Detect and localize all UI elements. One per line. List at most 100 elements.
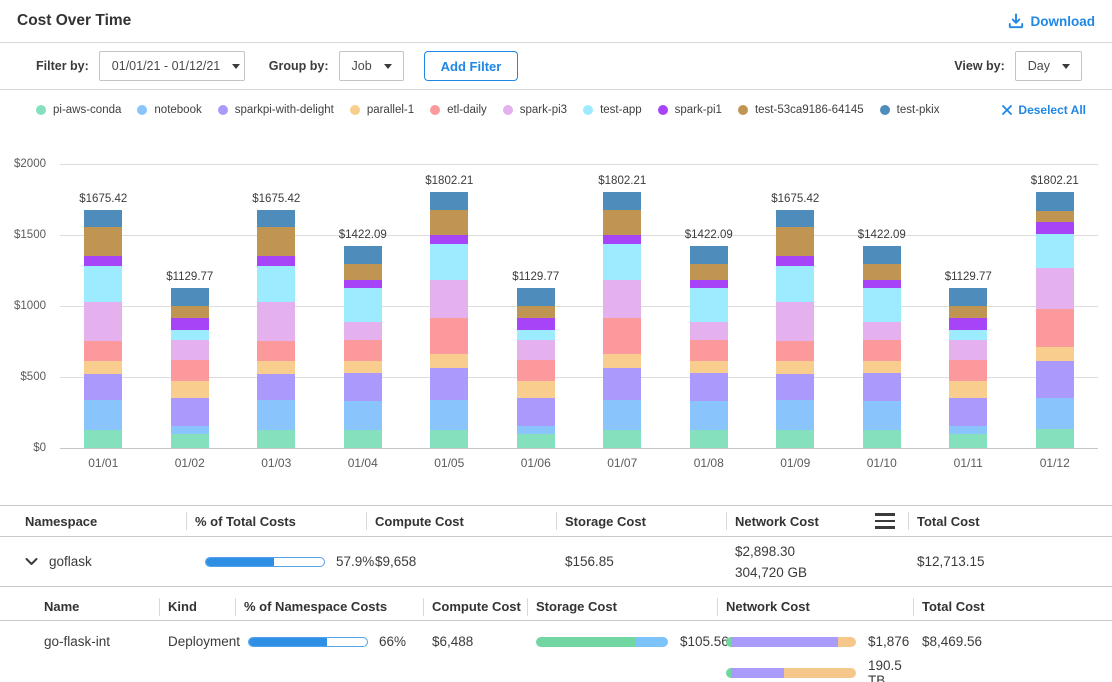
add-filter-button[interactable]: Add Filter [424,51,519,81]
group-by-select[interactable]: Job [339,51,404,81]
y-axis-tick: $0 [0,442,46,454]
col-header-storage-cost: Storage Cost [556,514,726,529]
legend-dot [503,105,513,115]
bar-segment-pi-aws-conda [776,430,814,448]
bar-total-label: $1675.42 [230,193,322,205]
legend-item-etl-daily[interactable]: etl-daily [430,104,487,116]
bar-segment-notebook [257,400,295,430]
col-header-pct-total: % of Total Costs [186,514,366,529]
deselect-all-button[interactable]: Deselect All [1002,103,1086,117]
network-cost-cell: $2,898.30 304,720 GB [726,541,908,583]
group-by-value: Job [352,59,372,73]
cost-over-time-page: Cost Over Time Download Filter by: 01/01… [0,0,1112,682]
column-menu-icon[interactable] [875,513,895,529]
namespace-name: goflask [49,554,92,569]
bar-segment-test-53ca9186-64145 [603,210,641,235]
legend-item-test-app[interactable]: test-app [583,104,642,116]
bar-segment-sparkpi-with-delight [690,373,728,401]
pct-namespace-cell: 66% [235,634,423,649]
bar-segment-etl-daily [1036,309,1074,348]
bar-segment-etl-daily [344,340,382,361]
bar-segment-spark-pi3 [344,322,382,340]
bar-segment-spark-pi1 [344,280,382,289]
view-by-select[interactable]: Day [1015,51,1082,81]
bar-segment-notebook [171,426,209,434]
col-header-namespace: Namespace [16,514,186,529]
bar-segment-pi-aws-conda [430,430,468,448]
bar-segment-test-app [517,330,555,340]
bar-segment-spark-pi1 [257,256,295,266]
bar-segment-test-app [776,266,814,302]
namespace-row-goflask[interactable]: goflask 57.9% $9,658 $156.85 $2,898.30 3… [0,537,1112,587]
legend-dot [350,105,360,115]
download-label: Download [1031,14,1096,29]
pct-total-cell: 57.9% [186,554,366,569]
legend-label: test-app [600,104,642,116]
bar-total-label: $1422.09 [836,229,928,241]
bar-segment-notebook [84,400,122,430]
x-axis-tick: 01/05 [406,456,493,470]
storage-cost-cell: $156.85 [556,554,726,569]
collapse-chevron-icon[interactable] [25,557,38,566]
bar-segment-test-pkix [603,192,641,210]
legend-label: test-pkix [897,104,940,116]
date-range-select[interactable]: 01/01/21 - 01/12/21 [99,51,245,81]
col-header-total-cost: Total Cost [913,599,1096,614]
network-cost-bar [726,637,856,647]
legend-item-pi-aws-conda[interactable]: pi-aws-conda [36,104,121,116]
bar-segment-test-53ca9186-64145 [171,306,209,319]
bar-segment-sparkpi-with-delight [171,398,209,425]
legend-label: spark-pi3 [520,104,567,116]
bar-segment-pi-aws-conda [517,434,555,448]
legend-item-test-53ca9186-64145[interactable]: test-53ca9186-64145 [738,104,864,116]
bar-segment-test-pkix [171,288,209,306]
bar-segment-test-53ca9186-64145 [430,210,468,235]
stacked-bar-01/05 [430,192,468,448]
bar-segment-spark-pi1 [517,318,555,330]
bar-segment-spark-pi1 [84,256,122,266]
chevron-down-icon [384,64,392,69]
bar-segment-test-53ca9186-64145 [949,306,987,319]
bar-segment-parallel-1 [690,361,728,373]
stacked-bar-01/04 [344,246,382,448]
bar-segment-parallel-1 [863,361,901,373]
legend-item-sparkpi-with-delight[interactable]: sparkpi-with-delight [218,104,334,116]
bar-segment-parallel-1 [84,361,122,375]
bar-segment-sparkpi-with-delight [84,374,122,400]
legend-item-spark-pi3[interactable]: spark-pi3 [503,104,567,116]
bar-segment-spark-pi3 [257,302,295,341]
chart-legend: pi-aws-conda notebook sparkpi-with-delight… [0,90,1112,126]
bar-segment-pi-aws-conda [690,430,728,448]
col-header-compute-cost: Compute Cost [366,514,556,529]
storage-cost-cell: $105.56 [527,634,717,649]
namespace-table-header: Namespace % of Total Costs Compute Cost … [0,505,1112,537]
legend-item-parallel-1[interactable]: parallel-1 [350,104,414,116]
stacked-bar-01/08 [690,246,728,448]
legend-label: pi-aws-conda [53,104,121,116]
stacked-bar-01/12 [1036,192,1074,448]
legend-item-spark-pi1[interactable]: spark-pi1 [658,104,722,116]
bar-total-label: $1802.21 [1009,175,1101,187]
bar-segment-test-53ca9186-64145 [690,264,728,280]
bar-segment-test-app [1036,234,1074,267]
legend-dot [658,105,668,115]
filter-bar: Filter by: 01/01/21 - 01/12/21 Group by:… [0,43,1112,90]
bar-segment-sparkpi-with-delight [517,398,555,425]
bar-segment-test-pkix [84,210,122,227]
legend-item-notebook[interactable]: notebook [137,104,201,116]
bar-segment-test-app [171,330,209,340]
bar-segment-spark-pi1 [690,280,728,289]
download-button[interactable]: Download [1008,13,1096,29]
bar-segment-etl-daily [84,341,122,361]
y-axis-tick: $1000 [0,300,46,312]
col-header-storage-cost: Storage Cost [527,599,717,614]
bar-segment-spark-pi3 [863,322,901,340]
storage-cost-bar [536,637,668,647]
stacked-bar-01/09 [776,210,814,448]
workload-kind-cell: Deployment [159,634,235,649]
bar-segment-pi-aws-conda [257,430,295,448]
x-axis-tick: 01/07 [579,456,666,470]
legend-item-test-pkix[interactable]: test-pkix [880,104,940,116]
date-range-value: 01/01/21 - 01/12/21 [112,59,220,73]
workload-row-go-flask-int[interactable]: go-flask-int Deployment 66% $6,488 $105.… [0,621,1112,682]
